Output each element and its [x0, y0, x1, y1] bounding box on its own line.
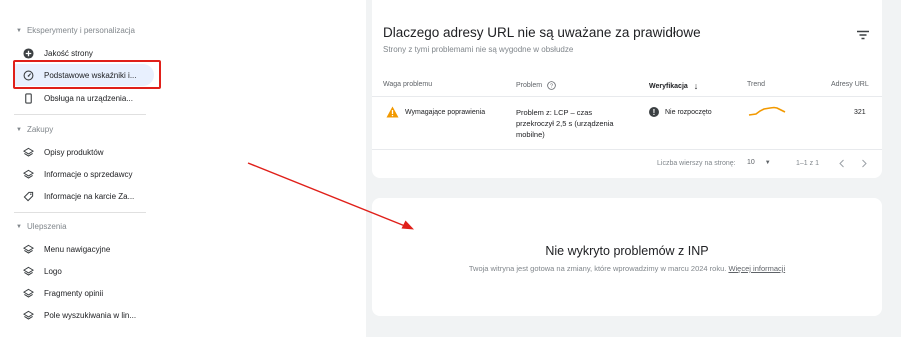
sidebar-item-label: Logo	[44, 266, 62, 276]
sidebar-item-label: Pole wyszukiwania w lin...	[44, 310, 137, 320]
column-validation: Weryfikacja	[649, 82, 688, 90]
layers-icon	[22, 265, 34, 277]
pagination-range: 1–1 z 1	[796, 160, 819, 167]
section-label: Zakupy	[26, 125, 54, 134]
sidebar-item-breadcrumbs[interactable]: Menu nawigacyjne	[14, 238, 154, 260]
layers-icon	[22, 309, 34, 321]
column-urls[interactable]: Adresy URL	[831, 81, 869, 88]
section-experiments-header[interactable]: ▼ Eksperymenty i personalizacja	[16, 26, 135, 35]
rows-per-page-label: Liczba wierszy na stronę:	[657, 160, 736, 167]
sidebar-item-label: Menu nawigacyjne	[44, 244, 111, 254]
sort-arrow-down-icon: ↓	[693, 81, 699, 91]
layers-icon	[22, 146, 34, 158]
layers-icon	[22, 168, 34, 180]
sidebar-item-mobile-usability[interactable]: Obsługa na urządzenia...	[14, 87, 154, 109]
help-icon[interactable]: ?	[547, 81, 556, 90]
issues-card: Dlaczego adresy URL nie są uważane za pr…	[372, 0, 882, 178]
sidebar-item-merchant-info[interactable]: Informacje o sprzedawcy	[14, 163, 154, 185]
sidebar-item-label: Fragmenty opinii	[44, 288, 104, 298]
divider	[14, 114, 146, 115]
inp-title: Nie wykryto problemów z INP	[545, 244, 709, 258]
rows-per-page-value: 10	[747, 159, 755, 166]
column-problem: Problem	[516, 82, 543, 89]
column-severity[interactable]: Waga problemu	[383, 81, 432, 88]
divider	[372, 149, 882, 150]
divider	[372, 96, 882, 97]
section-label: Eksperymenty i personalizacja	[26, 26, 135, 35]
layers-icon	[22, 287, 34, 299]
highlight-box	[13, 60, 161, 89]
main-content: Dlaczego adresy URL nie są uważane za pr…	[366, 0, 901, 337]
svg-text:?: ?	[550, 84, 553, 90]
caret-down-icon: ▼	[16, 126, 22, 133]
chevron-left-icon[interactable]	[838, 159, 846, 168]
sidebar-item-label: Jakość strony	[44, 48, 93, 58]
warning-icon	[386, 106, 399, 118]
sidebar-item-label: Informacje o sprzedawcy	[44, 169, 133, 179]
column-validation-header[interactable]: Weryfikacja ↓	[649, 81, 698, 91]
status-not-started-icon: !	[649, 107, 659, 117]
dropdown-arrow-icon: ▼	[764, 160, 771, 166]
inp-description: Twoja witryna jest gotowa na zmiany, któ…	[468, 264, 727, 273]
tag-icon	[22, 190, 34, 202]
smartphone-icon	[22, 92, 34, 104]
sidebar-item-review-snippets[interactable]: Fragmenty opinii	[14, 282, 154, 304]
sidebar-item-label: Opisy produktów	[44, 147, 104, 157]
sidebar-item-sitelinks-searchbox[interactable]: Pole wyszukiwania w lin...	[14, 304, 154, 326]
card-title: Dlaczego adresy URL nie są uważane za pr…	[383, 25, 701, 40]
problem-line: Problem z: LCP – czas	[516, 108, 593, 117]
caret-down-icon: ▼	[16, 223, 22, 230]
filter-icon[interactable]	[856, 30, 870, 40]
sidebar-item-label: Informacje na karcie Za...	[44, 191, 135, 201]
inp-description-line: Twoja witryna jest gotowa na zmiany, któ…	[372, 264, 882, 273]
sidebar-item-merchant-listings[interactable]: Informacje na karcie Za...	[14, 185, 154, 207]
inp-card: Nie wykryto problemów z INP Twoja witryn…	[372, 198, 882, 316]
section-label: Ulepszenia	[26, 222, 67, 231]
sidebar-item-label: Obsługa na urządzenia...	[44, 93, 133, 103]
section-shopping-header[interactable]: ▼ Zakupy	[16, 125, 53, 134]
problem-line: przekroczył 2,5 s (urządzenia	[516, 119, 614, 128]
plus-circle-icon	[22, 47, 34, 59]
trend-sparkline	[748, 106, 786, 116]
validation-status: Nie rozpoczęto	[665, 109, 712, 116]
sidebar-item-logo[interactable]: Logo	[14, 260, 154, 282]
divider	[14, 212, 146, 213]
column-problem-header[interactable]: Problem ?	[516, 81, 556, 90]
learn-more-link[interactable]: Więcej informacji	[728, 264, 785, 273]
sidebar-item-product-snippets[interactable]: Opisy produktów	[14, 141, 154, 163]
sidebar: ▼ Eksperymenty i personalizacja Jakość s…	[0, 0, 165, 337]
card-subtitle: Strony z tymi problemami nie są wygodne …	[383, 45, 574, 54]
chevron-right-icon[interactable]	[860, 159, 868, 168]
layers-icon	[22, 243, 34, 255]
rows-per-page-select[interactable]: 10 ▼	[747, 159, 771, 166]
urls-count: 321	[854, 109, 866, 116]
severity-value: Wymagające poprawienia	[405, 109, 486, 116]
section-enhancements-header[interactable]: ▼ Ulepszenia	[16, 222, 67, 231]
column-trend[interactable]: Trend	[747, 81, 765, 88]
problem-line: mobilne)	[516, 130, 545, 139]
caret-down-icon: ▼	[16, 27, 22, 34]
